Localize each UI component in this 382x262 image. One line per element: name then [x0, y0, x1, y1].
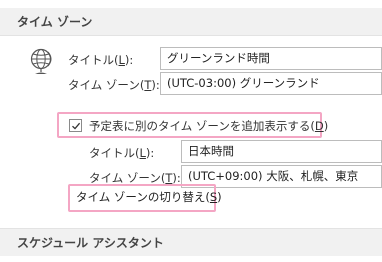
primary-timezone-label: タイム ゾーン(T): [68, 78, 160, 92]
globe-icon [28, 47, 54, 80]
scheduling-assistant-section-header: スケジュール アシスタント [0, 228, 382, 256]
secondary-toggle-label[interactable]: 予定表に別のタイム ゾーンを追加表示する(D) [89, 118, 328, 134]
primary-timezone-select[interactable]: (UTC-03:00) グリーンランド [160, 72, 382, 95]
secondary-timezone-checkbox[interactable] [69, 119, 82, 132]
checkmark-icon [72, 122, 81, 130]
primary-title-input[interactable]: グリーンランド時間 [160, 47, 382, 70]
secondary-title-input[interactable]: 日本時間 [181, 140, 382, 163]
secondary-title-label: タイトル(L): [89, 146, 155, 160]
section-title: タイム ゾーン [17, 15, 93, 29]
timezone-section-header: タイム ゾーン [0, 8, 382, 36]
swap-timezones-button[interactable]: タイム ゾーンの切り替え(S) [70, 186, 222, 210]
primary-title-label: タイトル(L): [68, 53, 134, 67]
section-title: スケジュール アシスタント [17, 236, 164, 250]
